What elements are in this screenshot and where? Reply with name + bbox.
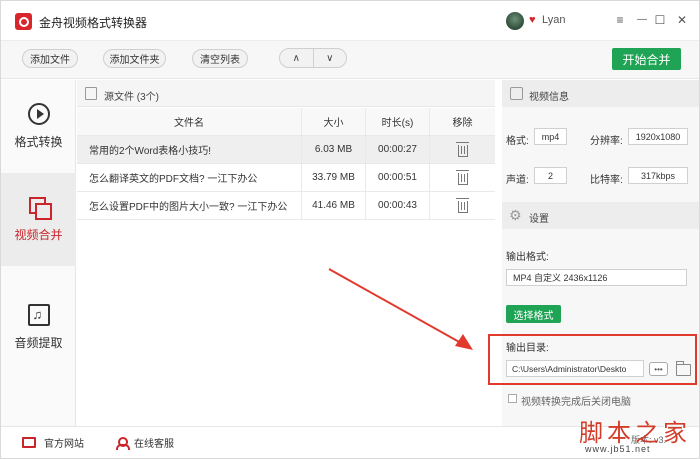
arrow-line [328, 268, 462, 344]
arrow-head [455, 334, 473, 350]
watermark: 脚本之家 www.jb51.net [579, 411, 699, 456]
watermark-url: www.jb51.net [585, 444, 651, 454]
app-window: 金舟视频格式转换器 ♥ Lyan ≡ — ☐ ✕ 添加文件 添加文件夹 清空列表… [0, 0, 700, 459]
annotation-arrow [328, 268, 473, 350]
watermark-text: 脚本之家 [579, 419, 691, 447]
